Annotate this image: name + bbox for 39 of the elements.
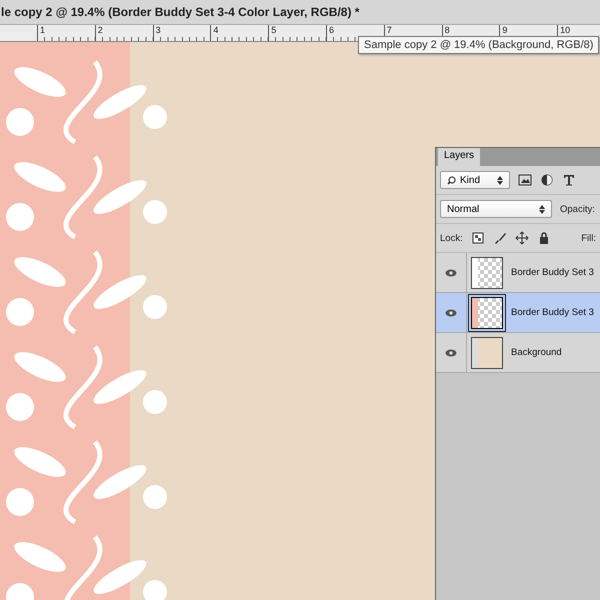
ruler-label: 6 xyxy=(328,25,334,35)
ruler-label: 4 xyxy=(213,25,218,35)
ruler-label: 7 xyxy=(386,25,392,35)
ruler-label: 10 xyxy=(560,25,570,35)
brush-icon[interactable] xyxy=(492,231,507,245)
fill-label: Fill: xyxy=(581,232,596,244)
layer-thumbnail xyxy=(471,256,503,288)
layer-row[interactable]: Border Buddy Set 3 xyxy=(436,253,600,293)
updown-arrows-icon xyxy=(497,176,503,184)
search-icon xyxy=(447,176,456,184)
ruler-label: 5 xyxy=(271,25,276,35)
ruler-label: 2 xyxy=(98,25,103,35)
tooltip: Sample copy 2 @ 19.4% (Background, RGB/8) xyxy=(358,36,600,54)
layer-row[interactable]: Background xyxy=(436,333,600,373)
filter-select[interactable]: Kind xyxy=(440,171,510,189)
document-tab[interactable]: le copy 2 @ 19.4% (Border Buddy Set 3-4 Color Layer, RGB/8) * xyxy=(0,0,600,25)
updown-arrows-icon xyxy=(539,204,545,214)
layer-row[interactable]: Border Buddy Set 3 xyxy=(436,293,600,333)
ruler-label: 8 xyxy=(444,25,450,35)
opacity-label: Opacity: xyxy=(560,204,595,214)
ruler-label: 9 xyxy=(502,25,508,35)
layer-name: Background xyxy=(511,347,562,358)
adjustment-filter-icon[interactable] xyxy=(540,173,554,187)
type-filter-icon[interactable] xyxy=(562,173,576,187)
layer-name: Border Buddy Set 3 xyxy=(511,307,594,318)
document-title: le copy 2 @ 19.4% (Border Buddy Set 3-4 Color Layer, RGB/8) * xyxy=(1,5,360,19)
layer-thumbnail xyxy=(471,336,503,368)
image-filter-icon[interactable] xyxy=(518,173,532,187)
ruler-label: 1 xyxy=(40,25,46,35)
layer-name: Border Buddy Set 3 xyxy=(511,267,594,278)
blend-mode-select[interactable]: Normal xyxy=(440,200,552,218)
layers-tab[interactable]: Layers xyxy=(438,148,480,166)
eye-icon[interactable] xyxy=(445,348,457,356)
ruler-label: 3 xyxy=(156,25,161,35)
eye-icon[interactable] xyxy=(445,268,457,276)
lock-pixels-icon[interactable] xyxy=(470,231,485,245)
lock-label: Lock: xyxy=(440,232,463,244)
eye-icon[interactable] xyxy=(445,308,457,316)
move-icon[interactable] xyxy=(514,231,529,245)
